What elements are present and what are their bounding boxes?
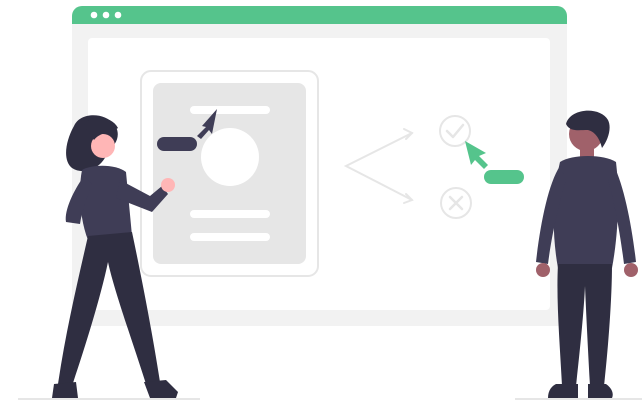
man-hand-right — [624, 263, 638, 277]
card-title-line — [190, 106, 270, 114]
woman-torso — [80, 165, 132, 240]
man-legs — [557, 264, 612, 386]
man-torso — [553, 156, 619, 268]
profile-card — [140, 70, 319, 277]
x-circle-icon — [440, 187, 472, 219]
card-text-line-1 — [190, 210, 270, 218]
three-dot-menu-icon — [90, 11, 122, 19]
woman-shoe-right — [144, 380, 178, 398]
illustration — [18, 6, 642, 400]
man-hand-left — [536, 263, 550, 277]
card-text-line-2 — [190, 233, 270, 241]
dark-pill-label — [157, 137, 197, 151]
man-shoe-left — [548, 384, 578, 398]
woman-hand — [161, 178, 175, 192]
green-pill-label — [484, 170, 524, 184]
avatar-placeholder-icon — [201, 128, 259, 186]
man-shoe-right — [588, 384, 613, 398]
window-titlebar — [72, 6, 567, 24]
woman-shoe-left — [52, 382, 78, 398]
